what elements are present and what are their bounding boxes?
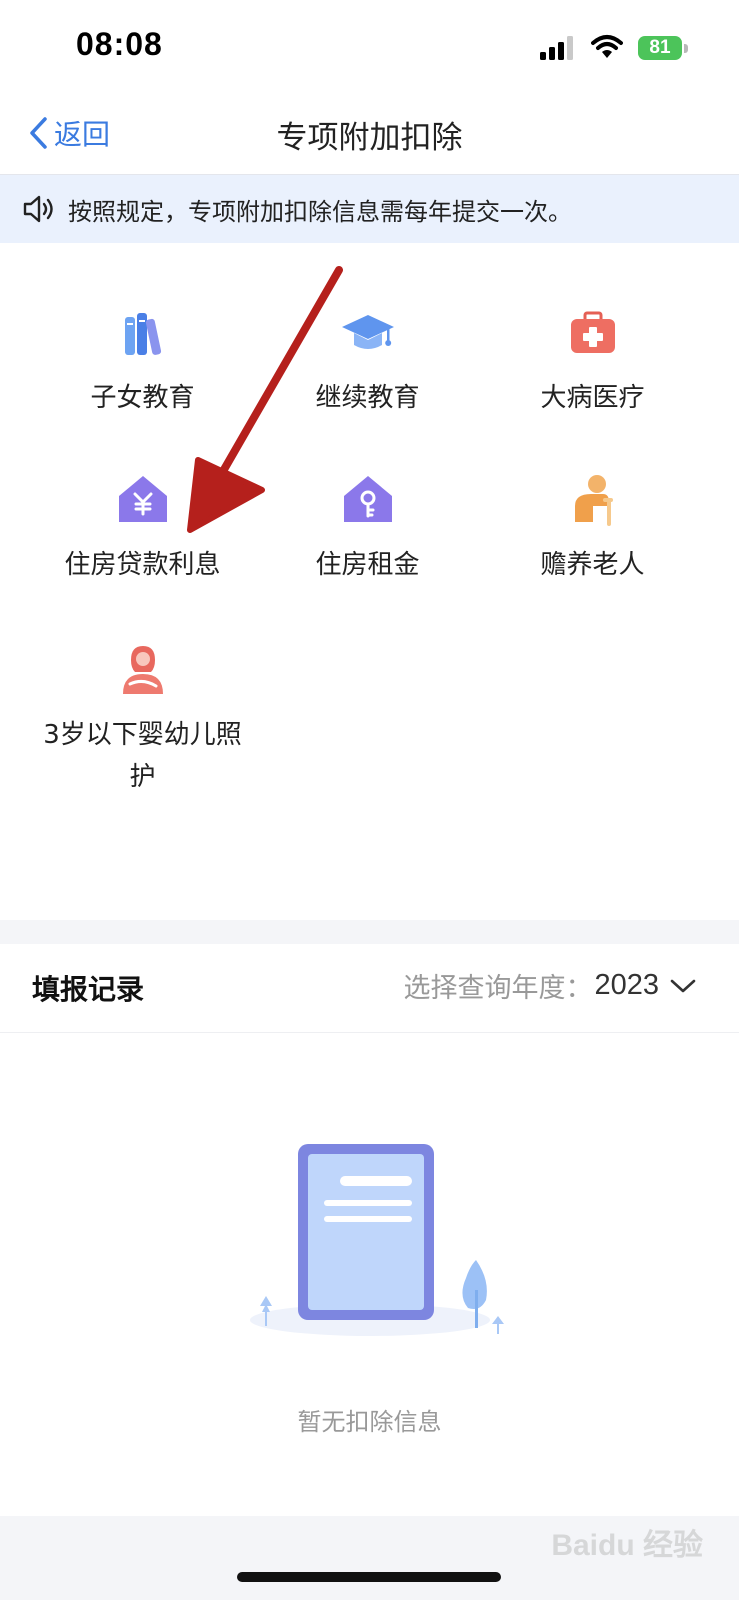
- status-time: 08:08: [76, 26, 163, 62]
- notice-bar: 按照规定，专项附加扣除信息需每年提交一次。: [0, 175, 739, 243]
- house-yen-icon: [118, 476, 167, 522]
- category-label: 子女教育: [90, 383, 195, 413]
- house-key-icon: [343, 476, 392, 522]
- category-housing-loan-interest[interactable]: 住房贷款利息: [30, 470, 255, 586]
- page-title: 专项附加扣除: [276, 120, 463, 156]
- chevron-down-icon: [669, 977, 697, 995]
- notice-text: 按照规定，专项附加扣除信息需每年提交一次。: [68, 197, 572, 226]
- category-continuing-education[interactable]: 继续教育: [255, 303, 480, 419]
- signal-icon: [540, 36, 576, 64]
- medical-kit-icon: [570, 311, 615, 353]
- battery-level: 81: [649, 37, 671, 58]
- category-label: 住房贷款利息: [64, 550, 221, 580]
- category-serious-illness[interactable]: 大病医疗: [480, 303, 705, 419]
- category-label: 3岁以下婴幼儿照护: [43, 720, 242, 792]
- empty-state-text: 暂无扣除信息: [297, 1408, 442, 1436]
- elderly-person-icon: [574, 475, 613, 526]
- books-icon: [124, 313, 161, 355]
- graduation-cap-icon: [341, 315, 394, 349]
- category-label: 赡养老人: [540, 550, 645, 580]
- mother-baby-icon: [122, 646, 163, 694]
- category-label: 住房租金: [315, 550, 420, 580]
- category-label: 继续教育: [315, 383, 420, 413]
- section-divider: [0, 920, 739, 944]
- records-title: 填报记录: [32, 973, 145, 1006]
- category-label: 大病医疗: [540, 383, 645, 413]
- year-value: 2023: [594, 969, 659, 1001]
- watermark-logo: Baidu 经验: [551, 1520, 703, 1564]
- empty-state-illustration: [240, 1140, 510, 1364]
- records-header: 填报记录 选择查询年度： 2023: [0, 944, 739, 1033]
- home-indicator[interactable]: [237, 1572, 501, 1582]
- battery-tip: [684, 44, 688, 53]
- watermark-text: Baidu 经验: [551, 1529, 703, 1562]
- category-housing-rent[interactable]: 住房租金: [255, 470, 480, 586]
- wifi-icon: [591, 34, 623, 64]
- year-selector[interactable]: 选择查询年度： 2023: [403, 966, 697, 1005]
- status-bar: 08:08 81: [0, 0, 739, 96]
- category-elderly-support[interactable]: 赡养老人: [480, 470, 705, 586]
- nav-bar: 返回 专项附加扣除: [0, 96, 739, 175]
- speaker-icon: [22, 194, 56, 224]
- year-selector-label: 选择查询年度：: [403, 973, 593, 1004]
- battery-indicator: 81: [638, 36, 682, 60]
- category-child-education[interactable]: 子女教育: [30, 303, 255, 419]
- category-infant-care[interactable]: 3岁以下婴幼儿照护: [30, 640, 255, 798]
